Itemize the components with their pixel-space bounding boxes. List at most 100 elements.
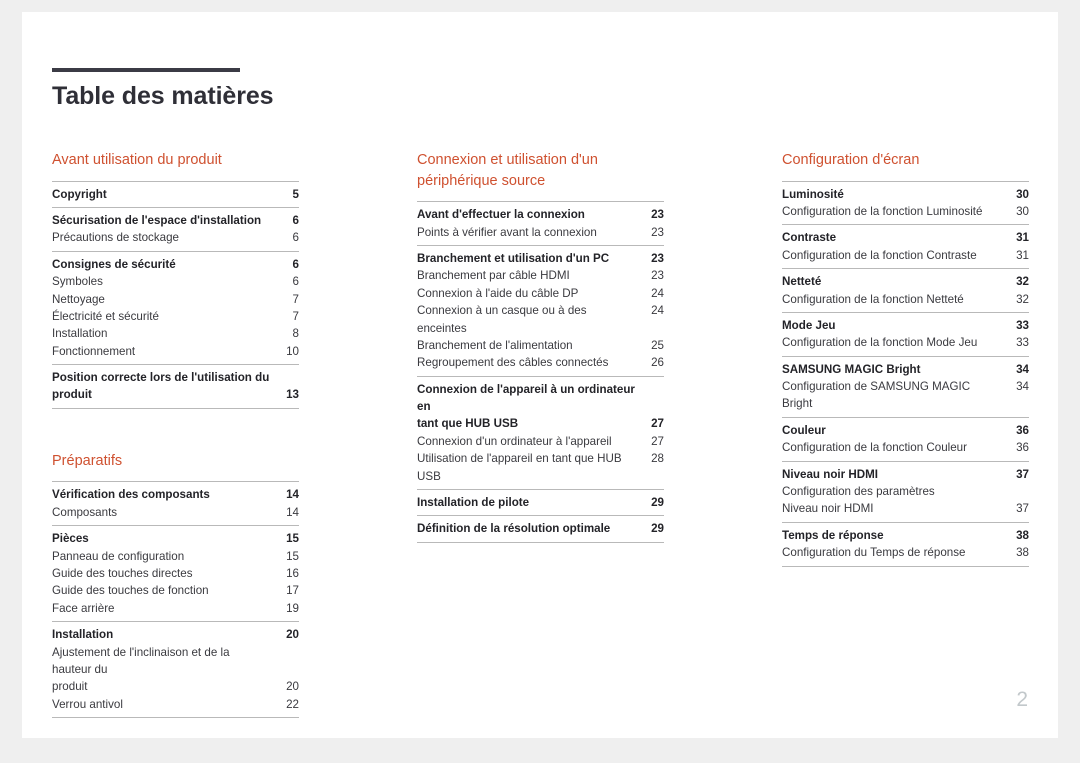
toc-entry-main-row[interactable]: Sécurisation de l'espace d'installation 6 [52,212,299,229]
toc-entry-sub-row[interactable]: Guide des touches directes 16 [52,565,299,582]
toc-entry-main-row[interactable]: Définition de la résolution optimale 29 [417,520,664,537]
toc-entry-main-row[interactable]: Mode Jeu 33 [782,317,1029,334]
toc-entry-sub-row[interactable]: Électricité et sécurité 7 [52,308,299,325]
toc-entry-main-row[interactable]: Connexion de l'appareil à un ordinateur … [417,381,664,416]
toc-entry-sub-row[interactable]: Configuration de SAMSUNG MAGIC Bright 34 [782,378,1029,413]
toc-entry-main-row[interactable]: Avant d'effectuer la connexion 23 [417,206,664,223]
toc-entry-page-number: 7 [292,292,299,306]
toc-entry-main-row[interactable]: Contraste 31 [782,229,1029,246]
toc-entry-page-number: 7 [292,309,299,323]
toc-entry[interactable]: Avant d'effectuer la connexion 23 Points à… [417,201,664,245]
toc-entry-page-number: 37 [1016,467,1029,481]
toc-entry[interactable]: Netteté 32 Configuration de la fonction Ne… [782,268,1029,312]
toc-entry-main-row[interactable]: Branchement et utilisation d'un PC 23 [417,250,664,267]
toc-entry-main-row[interactable]: Temps de réponse 38 [782,527,1029,544]
toc-entry-label: Configuration de SAMSUNG MAGIC Bright [782,380,971,411]
toc-entry-page-number: 13 [286,388,299,402]
toc-entry-label: Connexion de l'appareil à un ordinateur … [417,382,635,414]
toc-entry-sub-row[interactable]: produit 20 [52,678,299,695]
toc-entry-label: Symboles [52,275,103,289]
toc-entry-sub-row[interactable]: Branchement de l'alimentation 25 [417,337,664,354]
toc-entry-main-row[interactable]: SAMSUNG MAGIC Bright 34 [782,361,1029,378]
toc-entry-sub-row[interactable]: Symboles 6 [52,273,299,290]
page-number: 2 [1016,688,1028,711]
toc-entry-sub-row[interactable]: Niveau noir HDMI 37 [782,500,1029,517]
toc-entry[interactable]: Branchement et utilisation d'un PC 23 Bran… [417,244,664,376]
toc-entry-sub-row[interactable]: Connexion d'un ordinateur à l'appareil 27 [417,433,664,450]
toc-entry-main-row[interactable]: produit 13 [52,386,299,403]
toc-entry-page-number: 20 [286,680,299,694]
toc-entry-sub-row[interactable]: Utilisation de l'appareil en tant que HU… [417,450,664,485]
toc-entry-label: Connexion à l'aide du câble DP [417,286,579,300]
toc-entry-label: tant que HUB USB [417,417,519,431]
toc-entry-label: Sécurisation de l'espace d'installation [52,213,262,227]
toc-entry[interactable]: Connexion de l'appareil à un ordinateur … [417,375,664,489]
toc-entry-label: Position correcte lors de l'utilisation … [52,371,270,385]
toc-entry-sub-row[interactable]: Configuration de la fonction Mode Jeu 33 [782,334,1029,351]
toc-entry-main-row[interactable]: Luminosité 30 [782,186,1029,203]
toc-entry-main-row[interactable]: Netteté 32 [782,273,1029,290]
toc-entry-sub-row[interactable]: Regroupement des câbles connectés 26 [417,354,664,371]
toc-entry-main-row[interactable]: Pièces 15 [52,530,299,547]
toc-entry[interactable]: Sécurisation de l'espace d'installation 6… [52,206,299,251]
toc-entry-sub-row[interactable]: Installation 8 [52,325,299,342]
toc-entry-sub-row[interactable]: Configuration de la fonction Netteté 32 [782,291,1029,308]
toc-entry-main-row[interactable]: Installation de pilote 29 [417,494,664,511]
toc-entry-sub-row[interactable]: Nettoyage 7 [52,291,299,308]
toc-entry-main-row[interactable]: Vérification des composants 14 [52,486,299,503]
toc-entry-page-number: 6 [292,231,299,245]
toc-entry-page-number: 29 [651,496,664,510]
toc-entry[interactable]: Position correcte lors de l'utilisation … [52,364,299,409]
toc-entry-main-row[interactable]: Consignes de sécurité 6 [52,256,299,273]
toc-entry-page-number: 14 [286,488,299,502]
toc-entry-sub-row[interactable]: Connexion à un casque ou à des enceintes… [417,302,664,337]
toc-entry-label: Nettoyage [52,292,105,306]
toc-entry[interactable]: Pièces 15 Panneau de configuration 15 Guide … [52,525,299,621]
toc-entry-label: Électricité et sécurité [52,309,159,323]
toc-entry[interactable]: Couleur 36 Configuration de la fonction Co… [782,416,1029,461]
toc-entry-sub-row[interactable]: Configuration de la fonction Luminosité 3… [782,203,1029,220]
toc-entry-sub-row[interactable]: Précautions de stockage 6 [52,229,299,246]
section-heading: Connexion et utilisation d'un périphériq… [417,152,598,189]
toc-entry-main-row[interactable]: Niveau noir HDMI 37 [782,466,1029,483]
toc-entry-sub-row[interactable]: Configuration de la fonction Contraste 31 [782,247,1029,264]
toc-entry-sub-row[interactable]: Verrou antivol 22 [52,696,299,713]
toc-entry[interactable]: Vérification des composants 14 Composants 1… [52,481,299,525]
toc-entry-sub-row[interactable]: Face arrière 19 [52,600,299,617]
toc-entry-sub-row[interactable]: Configuration de la fonction Couleur 36 [782,439,1029,456]
toc-entry-main-row[interactable]: Copyright 5 [52,186,299,203]
toc-entry-label: Branchement de l'alimentation [417,338,573,352]
toc-entry-sub-row[interactable]: Composants 14 [52,504,299,521]
toc-entry-sub-row[interactable]: Configuration du Temps de réponse 38 [782,544,1029,561]
toc-entry-label: Connexion à un casque ou à des enceintes [417,304,587,335]
toc-entry-main-row[interactable]: Couleur 36 [782,422,1029,439]
toc-entry-label: Vérification des composants [52,488,210,502]
toc-entry[interactable]: Installation de pilote 29 [417,489,664,515]
toc-entry-sub-row[interactable]: Guide des touches de fonction 17 [52,582,299,599]
section-entries: Vérification des composants 14 Composants 1… [52,481,299,719]
toc-entry-page-number: 27 [651,434,664,448]
toc-entry-main-row[interactable]: Position correcte lors de l'utilisation … [52,369,299,386]
toc-entry-sub-row[interactable]: Fonctionnement 10 [52,343,299,360]
toc-entry-sub-row[interactable]: Branchement par câble HDMI 23 [417,267,664,284]
toc-entry-sub-row[interactable]: Ajustement de l'inclinaison et de la hau… [52,644,299,679]
toc-entry-main-row[interactable]: Installation 20 [52,626,299,643]
toc-entry-sub-row[interactable]: Connexion à l'aide du câble DP 24 [417,285,664,302]
toc-entry[interactable]: Mode Jeu 33 Configuration de la fonction M… [782,311,1029,356]
toc-entry[interactable]: Copyright 5 [52,180,299,207]
toc-entry-sub-row[interactable]: Configuration des paramètres [782,483,1029,500]
toc-entry-label: Ajustement de l'inclinaison et de la hau… [52,645,230,676]
toc-entry[interactable]: Contraste 31 Configuration de la fonction … [782,224,1029,268]
toc-entry[interactable]: Temps de réponse 38 Configuration du Temps… [782,521,1029,567]
toc-entry-page-number: 29 [651,522,664,536]
toc-entry-sub-row[interactable]: Panneau de configuration 15 [52,548,299,565]
toc-entry[interactable]: Installation 20 Ajustement de l'inclinaiso… [52,621,299,719]
toc-entry[interactable]: Luminosité 30 Configuration de la fonction… [782,180,1029,225]
toc-entry[interactable]: SAMSUNG MAGIC Bright 34 Configuration de S… [782,355,1029,417]
toc-entry-main-row[interactable]: tant que HUB USB 27 [417,415,664,432]
toc-entry[interactable]: Consignes de sécurité 6 Symboles 6 Nettoyage… [52,250,299,364]
toc-entry[interactable]: Niveau noir HDMI 37 Configuration des para… [782,460,1029,522]
toc-entry-label: Précautions de stockage [52,231,179,245]
toc-entry-sub-row[interactable]: Points à vérifier avant la connexion 23 [417,224,664,241]
toc-entry[interactable]: Définition de la résolution optimale 29 [417,515,664,543]
